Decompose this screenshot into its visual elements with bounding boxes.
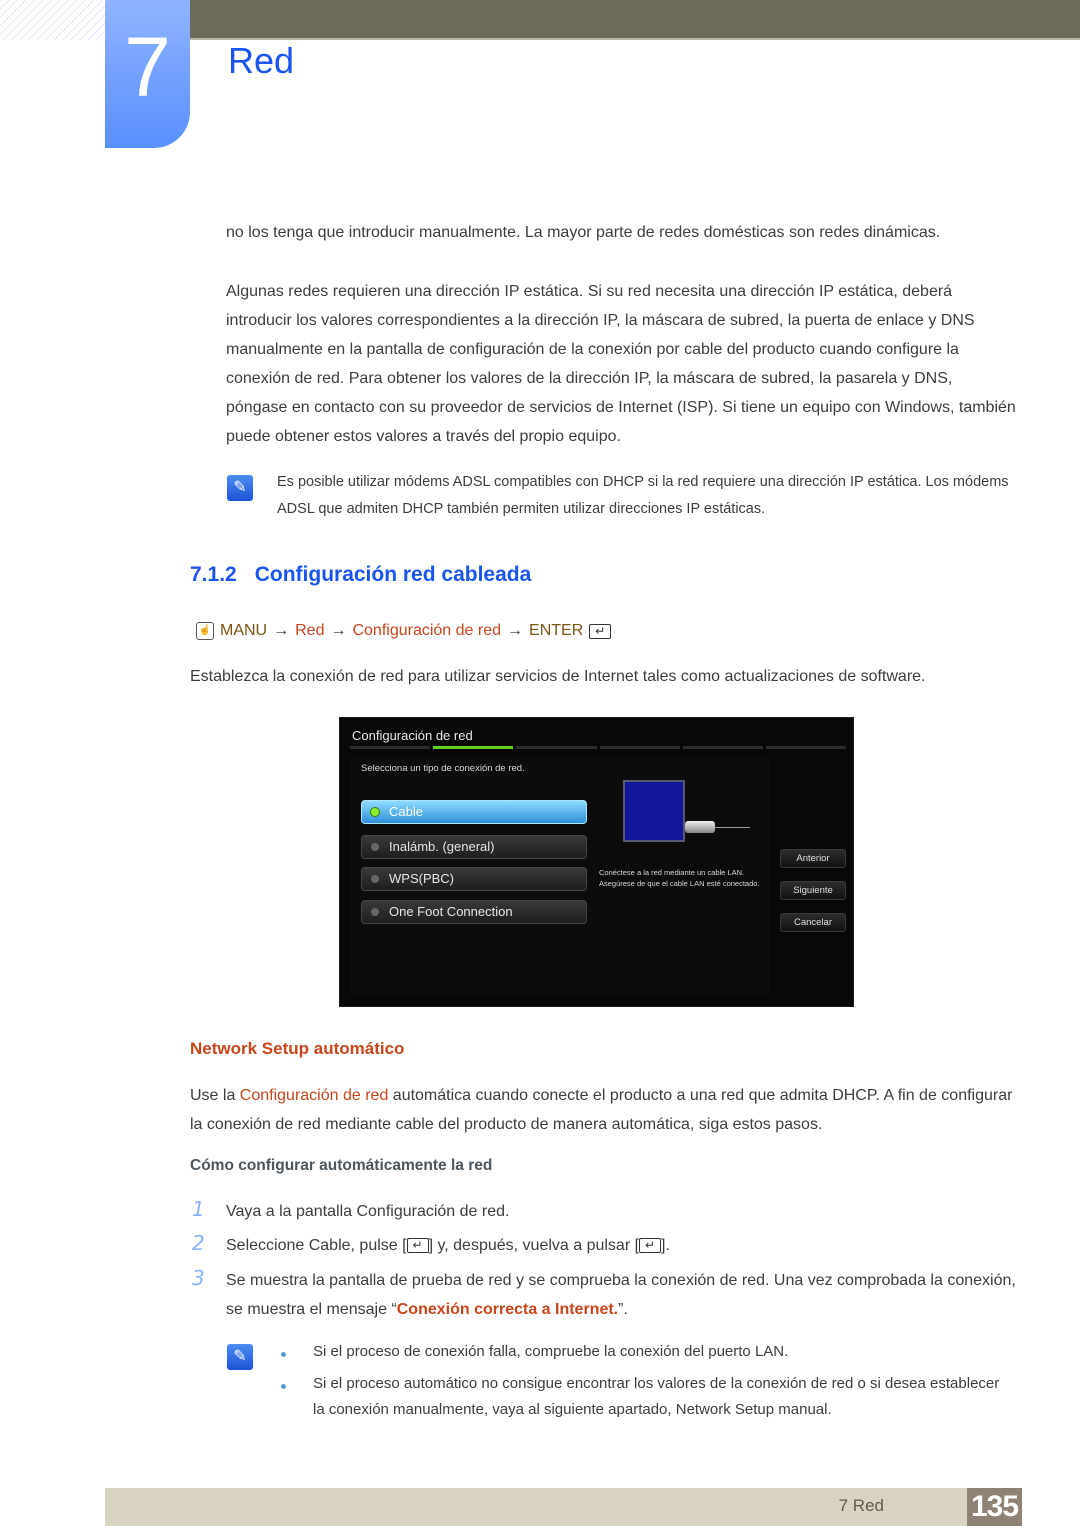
menu-path-config: Configuración de red: [352, 622, 502, 639]
header-divider: [190, 38, 1080, 40]
chapter-number: 7: [105, 0, 190, 148]
header-decoration: [0, 0, 105, 40]
bullet-icon: [281, 1352, 286, 1357]
monitor-icon: [623, 780, 685, 842]
tv-step: [516, 746, 597, 749]
option-label: Inalámb. (general): [389, 839, 495, 854]
subsection-heading: Network Setup automático: [190, 1039, 405, 1058]
option-label: WPS(PBC): [389, 871, 454, 886]
enter-icon: ↵: [406, 1238, 429, 1254]
tv-title: Configuración de red: [352, 728, 473, 743]
menu-path: ☝ MANU → Red → Configuración de red → EN…: [196, 622, 612, 640]
lan-cable-icon: [715, 827, 750, 828]
intro-paragraph: Algunas redes requieren una dirección IP…: [226, 283, 1016, 445]
dot-icon: [371, 843, 379, 851]
footer-chapter: 7 Red: [838, 1496, 884, 1515]
arrow-right-icon: →: [507, 622, 524, 639]
header-bar: [190, 0, 1080, 38]
cancel-button[interactable]: Cancelar: [780, 913, 846, 932]
tv-step-active: [433, 746, 514, 749]
page-footer: 7 Red 135: [105, 1488, 1022, 1526]
option-cable[interactable]: Cable: [361, 800, 587, 824]
tv-step-indicator: [350, 746, 847, 749]
option-one-foot[interactable]: One Foot Connection: [361, 900, 587, 924]
step-number: 2: [192, 1231, 205, 1255]
lan-plug-icon: [685, 821, 715, 833]
step-text: Vaya a la pantalla Configuración de red.: [226, 1203, 510, 1220]
section-title: Configuración red cableada: [254, 563, 532, 586]
note-text: Es posible utilizar módems ADSL compatib…: [277, 474, 1009, 517]
back-button[interactable]: Anterior: [780, 849, 846, 868]
step-number: 3: [192, 1266, 205, 1290]
tv-description: Conéctese a la red mediante un cable LAN…: [599, 868, 760, 888]
section-number: 7.1.2: [190, 563, 237, 586]
intro-paragraph: no los tenga que introducir manualmente.…: [226, 224, 941, 241]
note-icon: ✎: [227, 475, 253, 501]
highlight-message: Conexión correcta a Internet.: [396, 1301, 619, 1318]
selected-dot-icon: [370, 807, 380, 817]
step-text: Se muestra la pantalla de prueba de red …: [226, 1272, 1016, 1318]
how-to-heading: Cómo configurar automáticamente la red: [190, 1157, 493, 1174]
menu-hand-icon: ☝: [196, 622, 214, 640]
tv-step: [350, 746, 431, 749]
option-wps[interactable]: WPS(PBC): [361, 867, 587, 891]
step-text: Seleccione Cable, pulse [↵] y, después, …: [226, 1237, 670, 1254]
note-icon: ✎: [227, 1344, 253, 1370]
highlight-config: Configuración de red: [239, 1087, 389, 1104]
note-item: Si el proceso de conexión falla, comprue…: [313, 1343, 789, 1360]
auto-setup-paragraph: Use la Configuración de red automática c…: [190, 1087, 1013, 1133]
tv-step: [765, 746, 847, 749]
section-description: Establezca la conexión de red para utili…: [190, 668, 926, 685]
bullet-icon: [281, 1384, 286, 1389]
option-wireless[interactable]: Inalámb. (general): [361, 835, 587, 859]
tv-subtitle: Selecciona un tipo de conexión de red.: [361, 763, 525, 774]
page-number: 135: [967, 1488, 1022, 1526]
enter-icon: ↵: [639, 1238, 662, 1254]
option-label: One Foot Connection: [389, 904, 513, 919]
step-number: 1: [192, 1197, 205, 1221]
dot-icon: [371, 875, 379, 883]
arrow-right-icon: →: [273, 622, 290, 639]
option-label: Cable: [389, 804, 423, 819]
note-item: Si el proceso automático no consigue enc…: [313, 1375, 1000, 1418]
chapter-title: Red: [228, 40, 295, 81]
arrow-right-icon: →: [330, 622, 347, 639]
tv-screenshot: Configuración de red Selecciona un tipo …: [339, 717, 854, 1007]
menu-path-red: Red: [295, 622, 325, 639]
enter-icon: ↵: [589, 623, 612, 639]
tv-step: [599, 746, 680, 749]
section-heading: 7.1.2 Configuración red cableada: [190, 563, 531, 587]
next-button[interactable]: Siguiente: [780, 881, 846, 900]
menu-path-manu: MANU: [220, 622, 268, 639]
dot-icon: [371, 908, 379, 916]
menu-path-enter: ENTER: [529, 622, 584, 639]
tv-step: [682, 746, 763, 749]
